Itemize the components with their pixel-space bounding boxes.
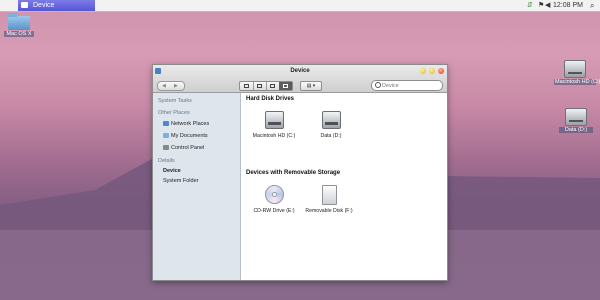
desktop-icon-data[interactable]: Data (D:) bbox=[559, 108, 593, 133]
close-button[interactable] bbox=[438, 68, 444, 74]
sidebar-item-my-documents[interactable]: My Documents bbox=[163, 133, 208, 139]
network-icon bbox=[163, 121, 169, 126]
taskbar-label: Device bbox=[33, 2, 55, 9]
desktop-icon-label: Mac OS X bbox=[4, 31, 34, 37]
drive-item-data[interactable]: Data (D:) bbox=[306, 111, 356, 139]
drive-item-cdrw[interactable]: CD-RW Drive (E:) bbox=[246, 185, 302, 214]
window-icon bbox=[21, 2, 28, 8]
search-icon bbox=[375, 82, 381, 88]
maximize-button[interactable] bbox=[429, 68, 435, 74]
desktop-icon-macintosh-hd[interactable]: Macintosh HD (C:) bbox=[554, 60, 600, 85]
drive-label: CD-RW Drive (E:) bbox=[253, 208, 295, 214]
window-titlebar[interactable]: Device ◀ ▶ ▤ ▾ bbox=[153, 65, 447, 93]
hard-drive-icon bbox=[565, 108, 587, 126]
top-menubar: Device ⇵ ⚑ ◀ 12:08 PM ⌕ bbox=[0, 0, 600, 12]
clock[interactable]: 12:08 PM bbox=[553, 0, 583, 11]
view-mode-buttons bbox=[239, 81, 293, 91]
minimize-button[interactable] bbox=[420, 68, 426, 74]
details-name: Device bbox=[163, 168, 181, 174]
column-view-button[interactable] bbox=[266, 82, 280, 90]
taskbar-button-device[interactable]: Device bbox=[18, 0, 95, 11]
hard-drive-icon bbox=[564, 60, 586, 78]
sidebar-item-label: My Documents bbox=[171, 133, 208, 139]
drive-label: Data (D:) bbox=[320, 133, 342, 139]
drive-label: Macintosh HD (C:) bbox=[252, 133, 296, 139]
search-box[interactable] bbox=[371, 80, 443, 91]
search-icon[interactable]: ⌕ bbox=[590, 0, 594, 11]
removable-disk-icon bbox=[321, 185, 337, 205]
window-title: Device bbox=[290, 68, 310, 74]
search-input[interactable] bbox=[382, 81, 438, 90]
desktop-icon-label: Data (D:) bbox=[559, 127, 593, 133]
desktop-icon-macosx[interactable]: Mac OS X bbox=[4, 13, 34, 37]
drive-item-macintosh-hd[interactable]: Macintosh HD (C:) bbox=[246, 111, 302, 139]
icon-view-button[interactable] bbox=[240, 82, 254, 90]
coverflow-view-button[interactable] bbox=[279, 82, 292, 90]
sidebar-item-label: Network Places bbox=[171, 121, 210, 127]
sidebar-item-label: Control Panel bbox=[171, 145, 205, 151]
flag-icon[interactable]: ⚑ bbox=[538, 0, 544, 11]
folder-icon bbox=[8, 13, 30, 30]
drive-item-removable-disk[interactable]: Removable Disk (F:) bbox=[301, 185, 357, 214]
explorer-window: Device ◀ ▶ ▤ ▾ System Tasks Other Places… bbox=[152, 64, 448, 281]
list-view-button[interactable] bbox=[253, 82, 267, 90]
hard-drive-icon bbox=[321, 111, 341, 129]
back-arrow-icon[interactable]: ◀ bbox=[162, 82, 166, 90]
sidebar-item-network-places[interactable]: Network Places bbox=[163, 121, 209, 127]
details-type: System Folder bbox=[163, 178, 199, 184]
section-heading-removable: Devices with Removable Storage bbox=[246, 170, 341, 176]
sidebar-heading-other-places[interactable]: Other Places bbox=[158, 110, 190, 116]
sidebar-item-control-panel[interactable]: Control Panel bbox=[163, 145, 204, 151]
main-content: Hard Disk Drives Macintosh HD (C:) Data … bbox=[241, 93, 447, 280]
desktop-icon-label: Macintosh HD (C:) bbox=[554, 79, 600, 85]
cd-icon bbox=[264, 185, 284, 204]
sidebar-heading-details[interactable]: Details bbox=[158, 158, 175, 164]
section-heading-hard-disks: Hard Disk Drives bbox=[246, 96, 295, 102]
sidebar-heading-system-tasks[interactable]: System Tasks bbox=[158, 98, 192, 104]
folder-icon bbox=[163, 133, 169, 138]
hard-drive-icon bbox=[264, 111, 284, 129]
drive-label: Removable Disk (F:) bbox=[305, 208, 353, 214]
volume-icon[interactable]: ◀ bbox=[545, 0, 550, 11]
control-panel-icon bbox=[163, 145, 169, 150]
navigation-buttons: ◀ ▶ bbox=[157, 81, 185, 91]
forward-arrow-icon[interactable]: ▶ bbox=[174, 82, 178, 90]
network-icon[interactable]: ⇵ bbox=[527, 0, 533, 11]
action-menu-button[interactable]: ▤ ▾ bbox=[300, 81, 322, 91]
sidebar: System Tasks Other Places Network Places… bbox=[153, 93, 241, 280]
